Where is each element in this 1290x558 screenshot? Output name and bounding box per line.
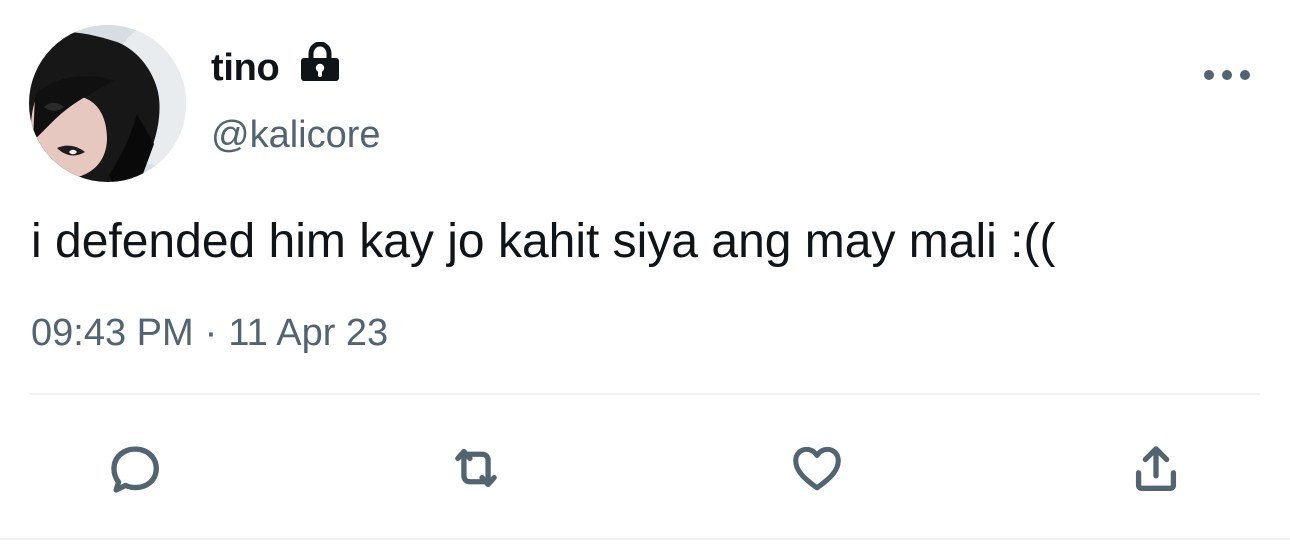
bottom-border (0, 538, 1290, 540)
retweet-button[interactable] (444, 436, 508, 500)
retweet-icon (455, 448, 497, 488)
tweet-text: i defended him kay jo kahit siya ang may… (31, 215, 1056, 268)
avatar-image (29, 25, 186, 182)
timestamp-row[interactable]: 09:43 PM · 11 Apr 23 (31, 309, 388, 357)
author-handle[interactable]: @kalicore (211, 111, 381, 159)
avatar[interactable] (29, 25, 186, 182)
heart-icon (793, 446, 841, 491)
timestamp-separator: · (204, 312, 218, 354)
divider (29, 393, 1260, 395)
share-button[interactable] (1124, 436, 1188, 500)
tweet-card: tino @kalicore i defended him kay jo kah… (0, 0, 1290, 558)
tweet-time[interactable]: 09:43 PM (31, 312, 194, 354)
like-button[interactable] (785, 436, 849, 500)
reply-button[interactable] (103, 436, 167, 500)
lock-icon (301, 42, 339, 81)
more-horizontal-icon[interactable] (1200, 62, 1254, 88)
display-name[interactable]: tino (211, 44, 280, 92)
share-icon (1135, 446, 1177, 491)
reply-icon (111, 446, 159, 493)
tweet-date[interactable]: 11 Apr 23 (228, 312, 388, 354)
